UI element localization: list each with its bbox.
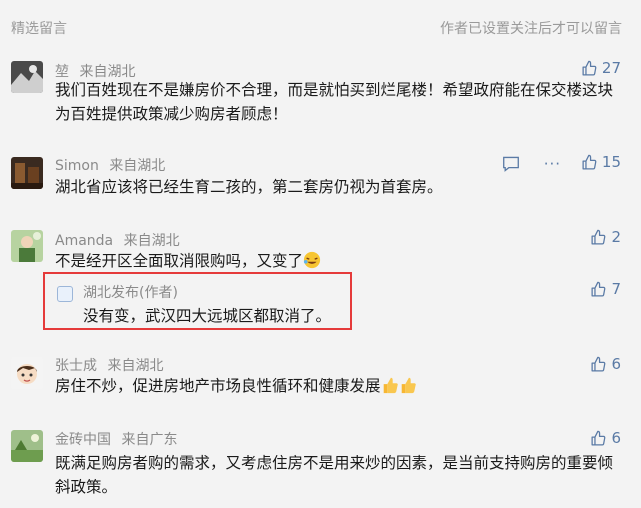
comment-item: 金砖中国 来自广东 既满足购房者购的需求，又考虑住房不是用来炒的因素，是当前支持…: [0, 427, 641, 505]
commenter-name[interactable]: Simon: [55, 158, 99, 174]
comment-permission-note: 作者已设置关注后才可以留言: [440, 21, 622, 37]
thumbs-up-icon: [591, 356, 606, 372]
comment-text-content: 不是经开区全面取消限购吗，又变了: [55, 252, 304, 270]
thumbs-up-icon: [591, 229, 606, 245]
like-button[interactable]: 2: [590, 228, 621, 246]
comment-item: Simon 来自湖北 湖北省应该将已经生育二孩的，第二套房仍视为首套房。 ···…: [0, 153, 641, 209]
thumbs-up-icon: [582, 60, 597, 76]
like-count: 6: [611, 355, 621, 373]
like-count: 6: [611, 429, 621, 447]
commenter-location: 来自广东: [121, 432, 178, 448]
avatar[interactable]: [11, 157, 43, 189]
thumbs-up-icon: [582, 154, 597, 170]
comment-text-content: 房住不炒，促进房地产市场良性循环和健康发展: [55, 377, 381, 395]
hubei-publish-logo-icon: [57, 286, 73, 302]
commenter-name[interactable]: Amanda: [55, 233, 113, 249]
comment-text: 湖北省应该将已经生育二孩的，第二套房仍视为首套房。: [55, 178, 443, 196]
like-count: 27: [601, 59, 621, 77]
reply-text: 没有变，武汉四大远城区都取消了。: [83, 307, 332, 325]
thumbs-up-emoji-icon: [383, 377, 398, 394]
comment-text: 我们百姓现在不是嫌房价不合理，而是就怕买到烂尾楼！希望政府能在保交楼这块为百姓提…: [55, 81, 614, 123]
commenter-location: 来自湖北: [123, 233, 180, 249]
commenter-name[interactable]: 金砖中国: [55, 432, 111, 448]
avatar[interactable]: [11, 230, 43, 262]
comment-item: 堃 来自湖北 我们百姓现在不是嫌房价不合理，而是就怕买到烂尾楼！希望政府能在保交…: [0, 57, 641, 137]
crying-laughing-emoji-icon: [303, 251, 321, 269]
like-button[interactable]: 15: [581, 153, 621, 171]
comments-header: 精选留言 作者已设置关注后才可以留言: [0, 0, 641, 52]
thumbs-up-icon: [591, 430, 606, 446]
thumbs-up-icon: [591, 281, 606, 297]
comment-text: 既满足购房者购的需求，又考虑住房不是用来炒的因素，是当前支持购房的重要倾斜政策。: [55, 454, 614, 496]
like-button[interactable]: 6: [590, 429, 621, 447]
author-reply-highlight: 湖北发布(作者) 没有变，武汉四大远城区都取消了。: [43, 272, 352, 330]
like-button[interactable]: 6: [590, 355, 621, 373]
like-button[interactable]: 27: [581, 59, 621, 77]
commenter-location: 来自湖北: [109, 158, 166, 174]
reply-author[interactable]: 湖北发布(作者): [83, 282, 178, 302]
like-count: 2: [611, 228, 621, 246]
featured-comments-title: 精选留言: [11, 21, 67, 37]
commenter-name[interactable]: 张士成: [55, 358, 97, 374]
reply-icon[interactable]: [502, 156, 520, 172]
comment-text: 不是经开区全面取消限购吗，又变了: [55, 249, 620, 273]
like-count: 7: [611, 280, 621, 298]
reply-like-button[interactable]: 7: [590, 280, 621, 298]
commenter-location: 来自湖北: [107, 358, 164, 374]
comment-text: 房住不炒，促进房地产市场良性循环和健康发展: [55, 374, 620, 398]
avatar[interactable]: [11, 430, 43, 462]
thumbs-up-emoji-icon: [401, 377, 416, 394]
more-options-icon[interactable]: ···: [544, 155, 561, 173]
avatar[interactable]: [11, 61, 43, 93]
comment-item: Amanda 来自湖北 不是经开区全面取消限购吗，又变了 2: [0, 228, 641, 270]
comment-item: 张士成 来自湖北 房住不炒，促进房地产市场良性循环和健康发展 6: [0, 353, 641, 403]
like-count: 15: [601, 153, 621, 171]
avatar[interactable]: [11, 357, 43, 389]
